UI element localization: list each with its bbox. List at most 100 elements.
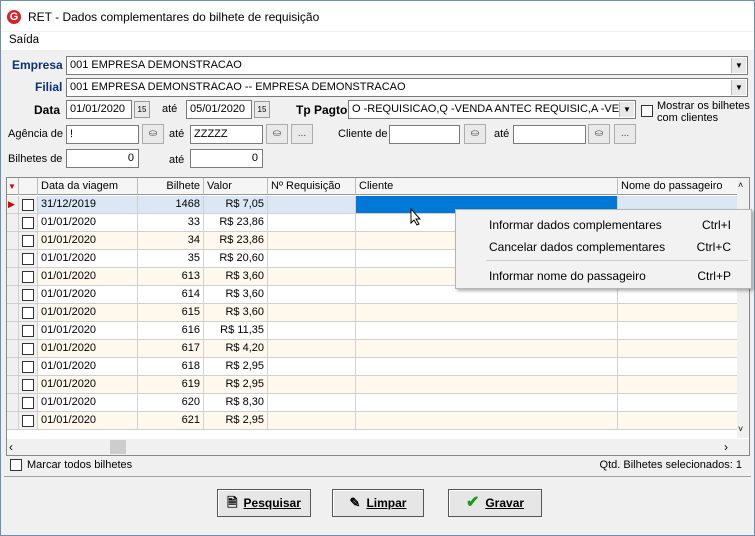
- cell-cliente[interactable]: [356, 322, 618, 340]
- row-indicator[interactable]: ▶: [7, 196, 19, 214]
- agencia-to-input[interactable]: ZZZZZ: [190, 125, 263, 144]
- row-indicator[interactable]: [7, 322, 19, 340]
- scroll-right-icon[interactable]: ›: [724, 440, 728, 454]
- row-checkbox-cell[interactable]: [19, 394, 38, 412]
- row-checkbox[interactable]: [22, 397, 34, 409]
- scroll-up-icon[interactable]: ˄: [738, 180, 743, 190]
- row-checkbox-cell[interactable]: [19, 304, 38, 322]
- cell-requisicao[interactable]: [268, 394, 356, 412]
- table-row[interactable]: 01/01/2020 619 R$ 2,95: [7, 376, 738, 394]
- binoculars-icon[interactable]: ⛀: [266, 124, 288, 144]
- row-indicator[interactable]: [7, 214, 19, 232]
- cell-requisicao[interactable]: [268, 286, 356, 304]
- ctx-cancelar-dados[interactable]: Cancelar dados complementares: [489, 240, 665, 254]
- row-indicator[interactable]: [7, 394, 19, 412]
- row-checkbox[interactable]: [22, 271, 34, 283]
- cell-requisicao[interactable]: [268, 196, 356, 214]
- binoculars-icon[interactable]: ⛀: [142, 124, 164, 144]
- row-checkbox[interactable]: [22, 415, 34, 427]
- row-checkbox-cell[interactable]: [19, 376, 38, 394]
- header-bilhete[interactable]: Bilhete: [138, 178, 204, 195]
- row-indicator[interactable]: [7, 250, 19, 268]
- row-checkbox-cell[interactable]: [19, 214, 38, 232]
- row-checkbox[interactable]: [22, 235, 34, 247]
- table-row[interactable]: 01/01/2020 618 R$ 2,95: [7, 358, 738, 376]
- cell-passageiro[interactable]: [618, 304, 738, 322]
- cell-cliente[interactable]: [356, 412, 618, 430]
- cell-cliente[interactable]: [356, 340, 618, 358]
- row-checkbox-cell[interactable]: [19, 358, 38, 376]
- menu-saida[interactable]: Saída: [9, 34, 39, 46]
- cell-requisicao[interactable]: [268, 250, 356, 268]
- cell-requisicao[interactable]: [268, 322, 356, 340]
- row-checkbox-cell[interactable]: [19, 322, 38, 340]
- ellipsis-button[interactable]: ...: [291, 124, 313, 144]
- cell-requisicao[interactable]: [268, 268, 356, 286]
- marcar-todos-checkbox[interactable]: [10, 459, 22, 471]
- limpar-button[interactable]: ✎ Limpar: [332, 489, 424, 517]
- ctx-informar-nome[interactable]: Informar nome do passageiro: [489, 269, 646, 283]
- row-indicator[interactable]: [7, 268, 19, 286]
- table-row[interactable]: 01/01/2020 617 R$ 4,20: [7, 340, 738, 358]
- header-valor[interactable]: Valor: [204, 178, 268, 195]
- filial-select[interactable]: 001 EMPRESA DEMONSTRACAO -- EMPRESA DEMO…: [66, 78, 748, 97]
- row-checkbox-cell[interactable]: [19, 286, 38, 304]
- data-to-input[interactable]: 05/01/2020: [186, 100, 252, 119]
- cell-passageiro[interactable]: [618, 412, 738, 430]
- sort-indicator-icon[interactable]: ▼: [7, 178, 19, 195]
- header-passageiro[interactable]: Nome do passageiro: [618, 178, 738, 195]
- row-checkbox[interactable]: [22, 379, 34, 391]
- row-indicator[interactable]: [7, 340, 19, 358]
- row-checkbox-cell[interactable]: [19, 412, 38, 430]
- header-requisicao[interactable]: Nº Requisição: [268, 178, 356, 195]
- cell-requisicao[interactable]: [268, 376, 356, 394]
- calendar-icon[interactable]: 15: [254, 101, 270, 118]
- tppagto-select[interactable]: O -REQUISICAO,Q -VENDA ANTEC REQUISIC,A …: [348, 100, 636, 119]
- row-indicator[interactable]: [7, 286, 19, 304]
- row-checkbox[interactable]: [22, 289, 34, 301]
- ctx-informar-dados[interactable]: Informar dados complementares: [489, 218, 662, 232]
- bilhetes-to-input[interactable]: 0: [190, 149, 263, 168]
- cell-requisicao[interactable]: [268, 412, 356, 430]
- cliente-from-input[interactable]: [389, 125, 460, 144]
- cell-passageiro[interactable]: [618, 322, 738, 340]
- mostrar-clientes-checkbox[interactable]: [641, 105, 653, 117]
- header-data-viagem[interactable]: Data da viagem: [38, 178, 138, 195]
- horizontal-scrollbar[interactable]: ‹ ›: [7, 439, 749, 455]
- scroll-thumb[interactable]: [110, 440, 126, 454]
- cell-requisicao[interactable]: [268, 304, 356, 322]
- row-checkbox-cell[interactable]: [19, 196, 38, 214]
- row-checkbox-cell[interactable]: [19, 340, 38, 358]
- cell-requisicao[interactable]: [268, 340, 356, 358]
- scroll-left-icon[interactable]: ‹: [9, 440, 13, 454]
- row-checkbox-cell[interactable]: [19, 232, 38, 250]
- cell-requisicao[interactable]: [268, 358, 356, 376]
- agencia-from-input[interactable]: !: [66, 125, 139, 144]
- cell-cliente[interactable]: [356, 394, 618, 412]
- row-checkbox-cell[interactable]: [19, 268, 38, 286]
- cell-passageiro[interactable]: [618, 358, 738, 376]
- row-checkbox[interactable]: [22, 253, 34, 265]
- bilhetes-from-input[interactable]: 0: [66, 149, 139, 168]
- row-indicator[interactable]: [7, 412, 19, 430]
- binoculars-icon[interactable]: ⛀: [464, 124, 486, 144]
- calendar-icon[interactable]: 15: [134, 101, 150, 118]
- table-row[interactable]: 01/01/2020 616 R$ 11,35: [7, 322, 738, 340]
- row-indicator[interactable]: [7, 358, 19, 376]
- cell-cliente[interactable]: [356, 376, 618, 394]
- header-cliente[interactable]: Cliente: [356, 178, 618, 195]
- chevron-down-icon[interactable]: ▼: [731, 80, 746, 95]
- row-indicator[interactable]: [7, 232, 19, 250]
- row-checkbox[interactable]: [22, 217, 34, 229]
- row-checkbox[interactable]: [22, 325, 34, 337]
- data-from-input[interactable]: 01/01/2020: [66, 100, 132, 119]
- table-row[interactable]: 01/01/2020 615 R$ 3,60: [7, 304, 738, 322]
- cliente-to-input[interactable]: [513, 125, 586, 144]
- table-row[interactable]: 01/01/2020 620 R$ 8,30: [7, 394, 738, 412]
- row-checkbox[interactable]: [22, 199, 34, 211]
- table-row[interactable]: 01/01/2020 621 R$ 2,95: [7, 412, 738, 430]
- row-checkbox[interactable]: [22, 307, 34, 319]
- scroll-down-icon[interactable]: ˅: [738, 424, 743, 434]
- cell-requisicao[interactable]: [268, 214, 356, 232]
- chevron-down-icon[interactable]: ▼: [619, 102, 634, 117]
